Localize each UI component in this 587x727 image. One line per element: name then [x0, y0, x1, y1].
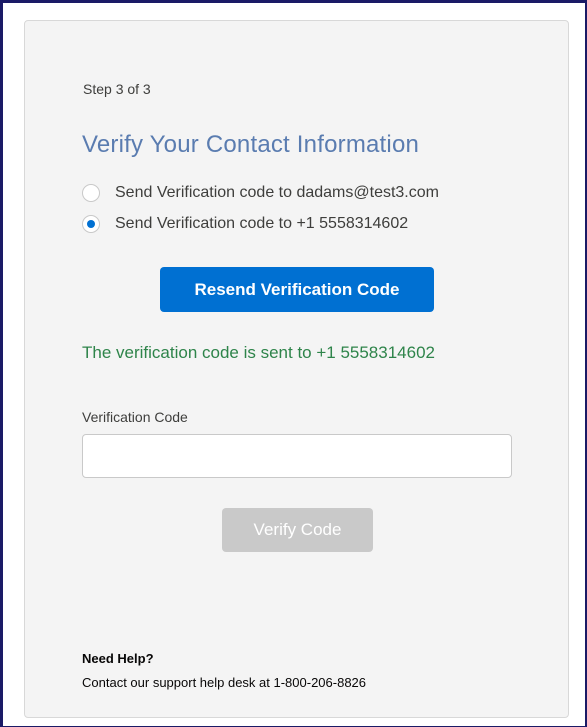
help-contact-text: Contact our support help desk at 1-800-2… [82, 675, 367, 690]
step-indicator: Step 3 of 3 [83, 81, 151, 97]
help-heading: Need Help? [82, 651, 154, 666]
option-email-label: Send Verification code to dadams@test3.c… [115, 184, 439, 201]
verification-code-input[interactable] [82, 434, 512, 478]
resend-code-button[interactable]: Resend Verification Code [160, 267, 434, 312]
code-sent-message: The verification code is sent to +1 5558… [82, 343, 435, 362]
radio-email[interactable] [82, 184, 100, 202]
radio-phone[interactable] [82, 215, 100, 233]
verification-code-label: Verification Code [82, 409, 188, 425]
option-email[interactable]: Send Verification code to dadams@test3.c… [82, 184, 439, 202]
verify-code-button[interactable]: Verify Code [222, 508, 373, 552]
option-phone[interactable]: Send Verification code to +1 5558314602 [82, 215, 408, 233]
verification-card: Step 3 of 3 Verify Your Contact Informat… [24, 20, 569, 718]
page-title: Verify Your Contact Information [82, 131, 420, 158]
option-phone-label: Send Verification code to +1 5558314602 [115, 215, 409, 232]
